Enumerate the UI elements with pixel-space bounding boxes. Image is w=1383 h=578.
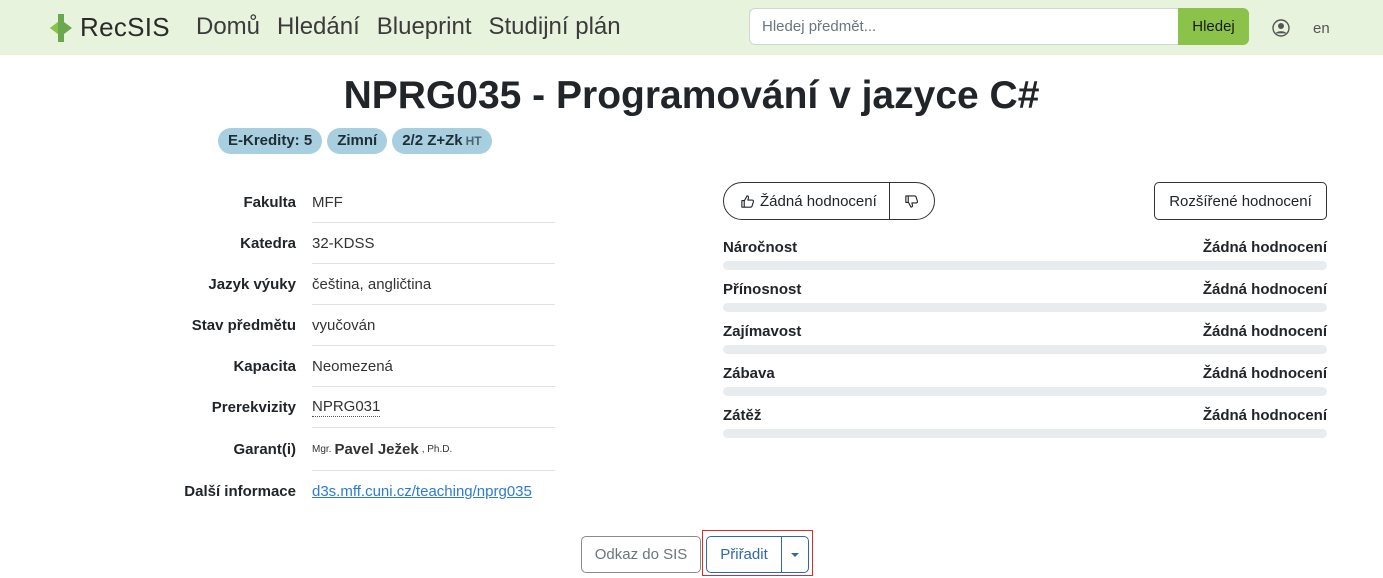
- rating-item: Zátěž Žádná hodnocení: [723, 407, 1327, 449]
- rating-value: Žádná hodnocení: [1202, 281, 1327, 298]
- info-value: Neomezená: [312, 346, 555, 387]
- caret-down-icon: [791, 552, 799, 557]
- like-button[interactable]: Žádná hodnocení: [724, 183, 890, 219]
- hours-suffix: HT: [465, 134, 482, 148]
- info-value: 32-KDSS: [312, 223, 555, 264]
- rating-item: Zábava Žádná hodnocení: [723, 365, 1327, 407]
- info-label: Katedra: [240, 235, 296, 252]
- sis-link-button[interactable]: Odkaz do SIS: [581, 536, 701, 573]
- language-switch[interactable]: en: [1313, 20, 1330, 37]
- info-label: Další informace: [184, 483, 296, 500]
- semester-badge: Zimní: [327, 128, 388, 154]
- info-row-language: Jazyk výuky čeština, angličtina: [160, 264, 555, 305]
- info-label: Fakulta: [243, 194, 296, 211]
- credits-badge: E-Kredity: 5: [218, 128, 323, 154]
- info-value: čeština, angličtina: [312, 264, 555, 305]
- assign-highlight: Přiřadit: [702, 530, 813, 576]
- rating-name: Zábava: [723, 365, 775, 382]
- guarantor-title-after: , Ph.D.: [421, 443, 453, 455]
- info-value: NPRG031: [312, 387, 555, 428]
- course-badges: E-Kredity: 5 Zimní 2/2 Z+Zk HT: [218, 128, 492, 154]
- more-info-link[interactable]: d3s.mff.cuni.cz/teaching/nprg035: [312, 483, 532, 500]
- course-search-input[interactable]: [749, 8, 1178, 45]
- info-label: Jazyk výuky: [208, 276, 296, 293]
- guarantor-title-before: Mgr.: [312, 443, 332, 455]
- rating-bar: [723, 345, 1327, 354]
- rating-value: Žádná hodnocení: [1202, 239, 1327, 256]
- rating-item: Zajímavost Žádná hodnocení: [723, 323, 1327, 365]
- nav-link-home[interactable]: Domů: [196, 13, 260, 41]
- rating-item: Přínosnost Žádná hodnocení: [723, 281, 1327, 323]
- nav-link-search[interactable]: Hledání: [277, 13, 360, 41]
- assign-button-group: Přiřadit: [706, 536, 809, 573]
- nav-link-blueprint[interactable]: Blueprint: [377, 13, 472, 41]
- recsis-logo-icon: [50, 13, 72, 42]
- rating-bar: [723, 387, 1327, 396]
- dislike-button[interactable]: [890, 183, 934, 219]
- info-value: d3s.mff.cuni.cz/teaching/nprg035: [312, 471, 555, 512]
- nav-link-study-plan[interactable]: Studijní plán: [489, 13, 621, 41]
- thumbs-down-icon: [905, 194, 919, 208]
- rating-item: Náročnost Žádná hodnocení: [723, 239, 1327, 281]
- rating-value: Žádná hodnocení: [1202, 323, 1327, 340]
- rating-value: Žádná hodnocení: [1202, 407, 1327, 424]
- rating-bar: [723, 429, 1327, 438]
- brand-name: RecSIS: [80, 12, 170, 42]
- info-row-more: Další informace d3s.mff.cuni.cz/teaching…: [160, 471, 555, 512]
- info-label: Stav předmětu: [191, 317, 296, 334]
- info-row-prerequisites: Prerekvizity NPRG031: [160, 387, 555, 428]
- rating-button-group: Žádná hodnocení: [723, 182, 935, 220]
- main-nav: Domů Hledání Blueprint Studijní plán: [196, 13, 621, 41]
- brand-logo-link[interactable]: RecSIS: [48, 12, 170, 43]
- info-row-department: Katedra 32-KDSS: [160, 223, 555, 264]
- info-row-guarantor: Garant(i) Mgr. Pavel Ježek , Ph.D.: [160, 428, 555, 471]
- assign-dropdown-toggle[interactable]: [782, 537, 808, 572]
- search-button[interactable]: Hledej: [1178, 8, 1249, 45]
- rating-name: Zátěž: [723, 407, 762, 424]
- extended-rating-button[interactable]: Rozšířené hodnocení: [1154, 182, 1327, 220]
- assign-button[interactable]: Přiřadit: [707, 537, 782, 572]
- course-info-table: Fakulta MFF Katedra 32-KDSS Jazyk výuky …: [160, 182, 555, 512]
- info-row-capacity: Kapacita Neomezená: [160, 346, 555, 387]
- info-label: Kapacita: [233, 358, 296, 375]
- course-title: NPRG035 - Programování v jazyce C#: [343, 74, 1040, 117]
- rating-bar: [723, 261, 1327, 270]
- guarantor-name: Pavel Ježek: [334, 440, 419, 458]
- rating-categories: Náročnost Žádná hodnocení Přínosnost Žádná…: [723, 239, 1327, 449]
- info-row-faculty: Fakulta MFF: [160, 182, 555, 223]
- info-label: Garant(i): [233, 441, 296, 458]
- hours-text: 2/2 Z+Zk: [402, 132, 463, 149]
- info-value: vyučován: [312, 305, 555, 346]
- hours-badge: 2/2 Z+Zk HT: [392, 128, 492, 154]
- rating-name: Náročnost: [723, 239, 798, 256]
- rating-name: Přínosnost: [723, 281, 802, 298]
- rating-name: Zajímavost: [723, 323, 802, 340]
- info-label: Prerekvizity: [211, 399, 296, 416]
- info-row-state: Stav předmětu vyučován: [160, 305, 555, 346]
- info-value: Mgr. Pavel Ježek , Ph.D.: [312, 428, 555, 471]
- thumbs-up-icon: [741, 194, 755, 208]
- like-label: Žádná hodnocení: [760, 192, 877, 210]
- rating-bar: [723, 303, 1327, 312]
- info-value: MFF: [312, 182, 555, 223]
- prerequisite-link[interactable]: NPRG031: [312, 398, 381, 417]
- user-circle-icon[interactable]: [1272, 19, 1290, 37]
- rating-value: Žádná hodnocení: [1202, 365, 1327, 382]
- navbar: RecSIS Domů Hledání Blueprint Studijní p…: [0, 0, 1383, 55]
